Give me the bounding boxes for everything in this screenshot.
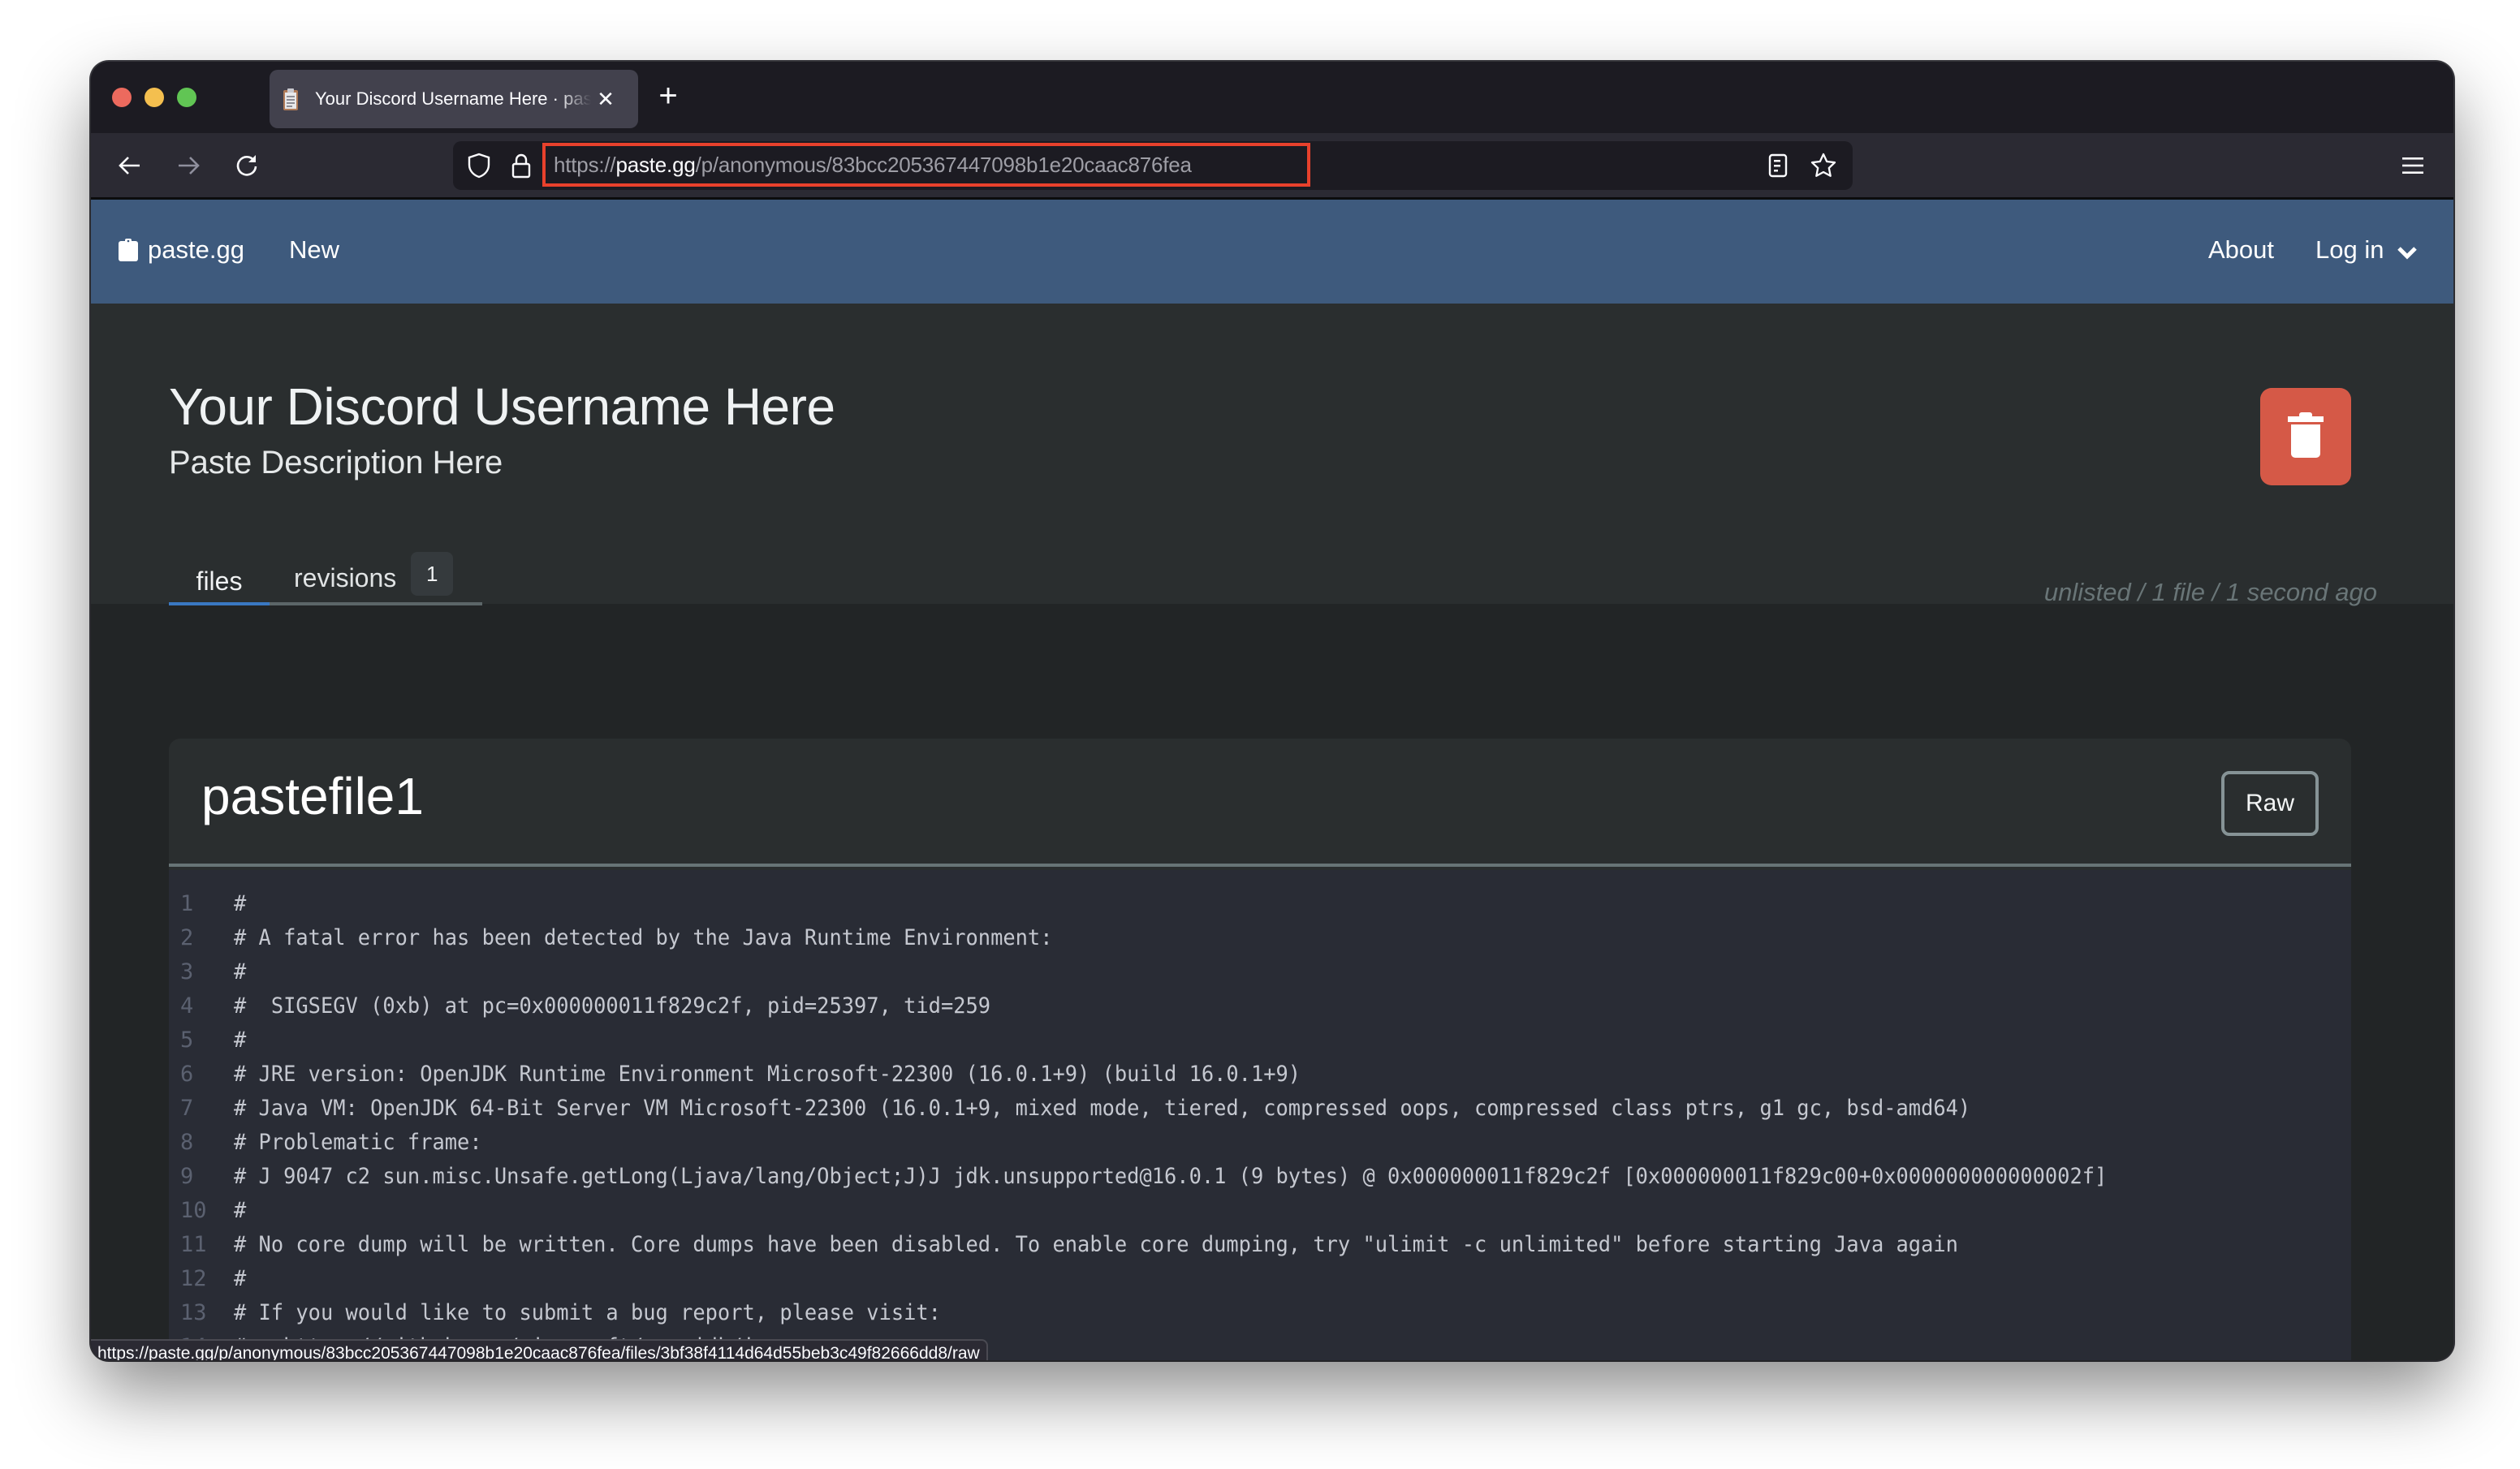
new-tab-button[interactable]: +: [648, 76, 688, 117]
line-content: # If you would like to submit a bug repo…: [234, 1299, 941, 1325]
delete-paste-button[interactable]: [2260, 388, 2351, 485]
line-number: 11: [180, 1231, 207, 1257]
line-number: 12: [180, 1265, 207, 1291]
maximize-window-button[interactable]: [177, 88, 196, 107]
code-line: 11 # No core dump will be written. Core d…: [169, 1227, 2351, 1261]
browser-tab[interactable]: Your Discord Username Here · paste.gg ✕: [270, 70, 638, 128]
line-number: 5: [180, 1027, 194, 1053]
link-status-tooltip: https://paste.gg/p/anonymous/83bcc205367…: [91, 1339, 988, 1360]
code-line: 1 #: [169, 886, 2351, 920]
line-content: #: [234, 1265, 247, 1291]
paste-header: Your Discord Username Here Paste Descrip…: [91, 304, 2453, 606]
shield-icon[interactable]: [464, 151, 494, 180]
line-content: # SIGSEGV (0xb) at pc=0x000000011f829c2f…: [234, 993, 991, 1019]
line-content: # Problematic frame:: [234, 1129, 482, 1155]
raw-button[interactable]: Raw: [2221, 771, 2319, 836]
nav-login-dropdown[interactable]: Log in: [2315, 235, 2418, 266]
forward-icon[interactable]: [170, 148, 206, 183]
code-line: 5 #: [169, 1023, 2351, 1057]
line-content: #: [234, 890, 247, 916]
line-content: # JRE version: OpenJDK Runtime Environme…: [234, 1061, 1301, 1087]
code-line: 10 #: [169, 1193, 2351, 1227]
lock-icon[interactable]: [507, 151, 536, 180]
tab-title: Your Discord Username Here · paste.gg: [315, 88, 591, 109]
nav-new-link[interactable]: New: [289, 235, 339, 265]
url-host: paste.gg: [615, 153, 696, 177]
back-icon[interactable]: [112, 148, 148, 183]
chevron-down-icon: [2397, 237, 2418, 266]
address-bar[interactable]: https://paste.gg/p/anonymous/83bcc205367…: [453, 141, 1853, 190]
code-line: 3 #: [169, 954, 2351, 989]
tab-revisions[interactable]: revisions 1: [294, 541, 454, 605]
line-number: 9: [180, 1163, 194, 1189]
reload-icon[interactable]: [229, 148, 265, 183]
tab-files[interactable]: files: [169, 541, 270, 605]
line-number: 10: [180, 1197, 207, 1223]
minimize-window-button[interactable]: [145, 88, 164, 107]
file-header: pastefile1 Raw: [169, 739, 2351, 867]
code-line: 7 # Java VM: OpenJDK 64-Bit Server VM Mic…: [169, 1091, 2351, 1125]
login-label: Log in: [2315, 235, 2384, 264]
line-number: 8: [180, 1129, 194, 1155]
code-line: 6 # JRE version: OpenJDK Runtime Environm…: [169, 1057, 2351, 1091]
paste-title: Your Discord Username Here: [169, 377, 835, 436]
line-content: #: [234, 959, 247, 984]
line-number: 13: [180, 1299, 207, 1325]
clipboard-icon: [119, 239, 138, 261]
menu-icon[interactable]: [2395, 148, 2431, 183]
line-content: # A fatal error has been detected by the…: [234, 924, 1053, 950]
line-number: 4: [180, 993, 194, 1019]
tab-strip: Your Discord Username Here · paste.gg ✕ …: [91, 62, 2453, 133]
code-line: 2 # A fatal error has been detected by th…: [169, 920, 2351, 954]
line-content: # J 9047 c2 sun.misc.Unsafe.getLong(Ljav…: [234, 1163, 2108, 1189]
line-content: #: [234, 1027, 247, 1053]
paste-tabs: files revisions 1: [169, 541, 482, 605]
code-line: 8 # Problematic frame:: [169, 1125, 2351, 1159]
line-content: #: [234, 1197, 247, 1223]
navigation-toolbar: https://paste.gg/p/anonymous/83bcc205367…: [91, 133, 2453, 200]
file-card: pastefile1 Raw 1 #2 # A fatal error has be…: [169, 739, 2351, 1360]
line-number: 3: [180, 959, 194, 984]
paste-meta: unlisted / 1 file / 1 second ago: [2043, 578, 2377, 606]
line-number: 2: [180, 924, 194, 950]
code-line: 9 # J 9047 c2 sun.misc.Unsafe.getLong(Lja…: [169, 1159, 2351, 1193]
line-number: 1: [180, 890, 194, 916]
paste-description: Paste Description Here: [169, 445, 503, 480]
tab-revisions-label: revisions: [294, 563, 397, 592]
code-line: 4 # SIGSEGV (0xb) at pc=0x000000011f829c2…: [169, 989, 2351, 1023]
brand-link[interactable]: paste.gg: [119, 235, 244, 265]
line-number: 7: [180, 1095, 194, 1121]
code-line: 12 #: [169, 1261, 2351, 1295]
line-number: 6: [180, 1061, 194, 1087]
browser-window: Your Discord Username Here · paste.gg ✕ …: [91, 62, 2453, 1360]
brand-name: paste.gg: [148, 235, 244, 264]
reader-view-icon[interactable]: [1763, 151, 1793, 180]
code-block: 1 #2 # A fatal error has been detected by …: [169, 870, 2351, 1360]
line-content: # No core dump will be written. Core dum…: [234, 1231, 1958, 1257]
line-content: # Java VM: OpenJDK 64-Bit Server VM Micr…: [234, 1095, 1971, 1121]
revisions-count-badge: 1: [411, 552, 454, 596]
clipboard-icon: [283, 87, 299, 111]
code-line: 13 # If you would like to submit a bug re…: [169, 1295, 2351, 1329]
url-field[interactable]: https://paste.gg/p/anonymous/83bcc205367…: [554, 153, 1192, 178]
url-path: /p/anonymous/83bcc205367447098b1e20caac8…: [695, 153, 1192, 177]
close-window-button[interactable]: [112, 88, 132, 107]
site-navbar: paste.gg New About Log in: [91, 200, 2453, 304]
trash-icon: [2288, 411, 2324, 463]
bookmark-star-icon[interactable]: [1809, 151, 1838, 180]
close-tab-icon[interactable]: ✕: [596, 87, 615, 112]
nav-about-link[interactable]: About: [2208, 235, 2274, 265]
file-name: pastefile1: [201, 767, 424, 825]
page-content: paste.gg New About Log in Your Discord U…: [91, 200, 2453, 1360]
url-scheme: https://: [554, 153, 616, 177]
